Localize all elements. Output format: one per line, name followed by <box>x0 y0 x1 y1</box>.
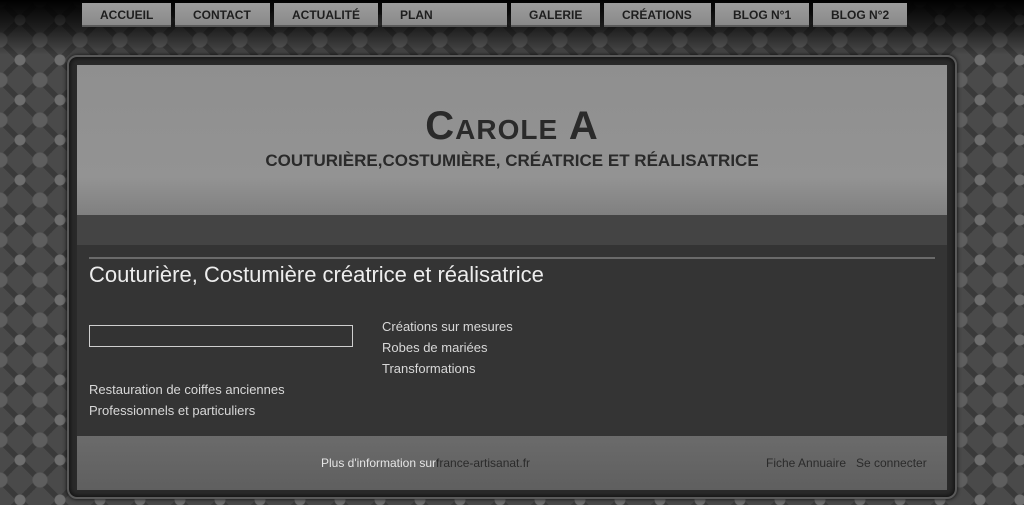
site-title: Carole A <box>425 104 599 148</box>
nav-item-creations[interactable]: CRÉATIONS <box>604 3 711 27</box>
content-divider <box>89 257 935 259</box>
nav-item-plan[interactable]: PLAN <box>382 3 507 27</box>
page-title: Couturière, Costumière créatrice et réal… <box>89 262 544 287</box>
search-input[interactable] <box>89 325 353 347</box>
site-subtitle: COUTURIÈRE,COSTUMIÈRE, CRÉATRICE ET RÉAL… <box>265 151 759 170</box>
france-artisanat-link[interactable]: france-artisanat.fr <box>436 456 530 470</box>
nav-item-accueil[interactable]: ACCUEIL <box>82 3 171 27</box>
service-line-restauration: Restauration de coiffes anciennes <box>89 382 285 397</box>
nav-item-galerie[interactable]: GALERIE <box>511 3 600 27</box>
footer-info-prefix: Plus d'information sur <box>321 456 437 470</box>
fiche-annuaire-link[interactable]: Fiche Annuaire <box>766 456 846 470</box>
footer-info: Plus d'information surfrance-artisanat.f… <box>321 456 530 470</box>
se-connecter-link[interactable]: Se connecter <box>856 456 927 470</box>
service-line-robes: Robes de mariées <box>382 340 488 355</box>
service-line-transformations: Transformations <box>382 361 476 376</box>
nav-item-blog-2[interactable]: BLOG N°2 <box>813 3 907 27</box>
main-content: Couturière, Costumière créatrice et réal… <box>77 245 947 436</box>
service-line-clients: Professionnels et particuliers <box>89 403 256 418</box>
nav-item-blog-1[interactable]: BLOG N°1 <box>715 3 809 27</box>
site-header: Carole A COUTURIÈRE,COSTUMIÈRE, CRÉATRIC… <box>77 65 947 215</box>
nav-item-contact[interactable]: CONTACT <box>175 3 270 27</box>
site-footer: Plus d'information surfrance-artisanat.f… <box>77 436 947 490</box>
service-line-creations: Créations sur mesures <box>382 319 513 334</box>
main-navigation <box>77 215 947 245</box>
nav-item-actualite[interactable]: ACTUALITÉ <box>274 3 378 27</box>
